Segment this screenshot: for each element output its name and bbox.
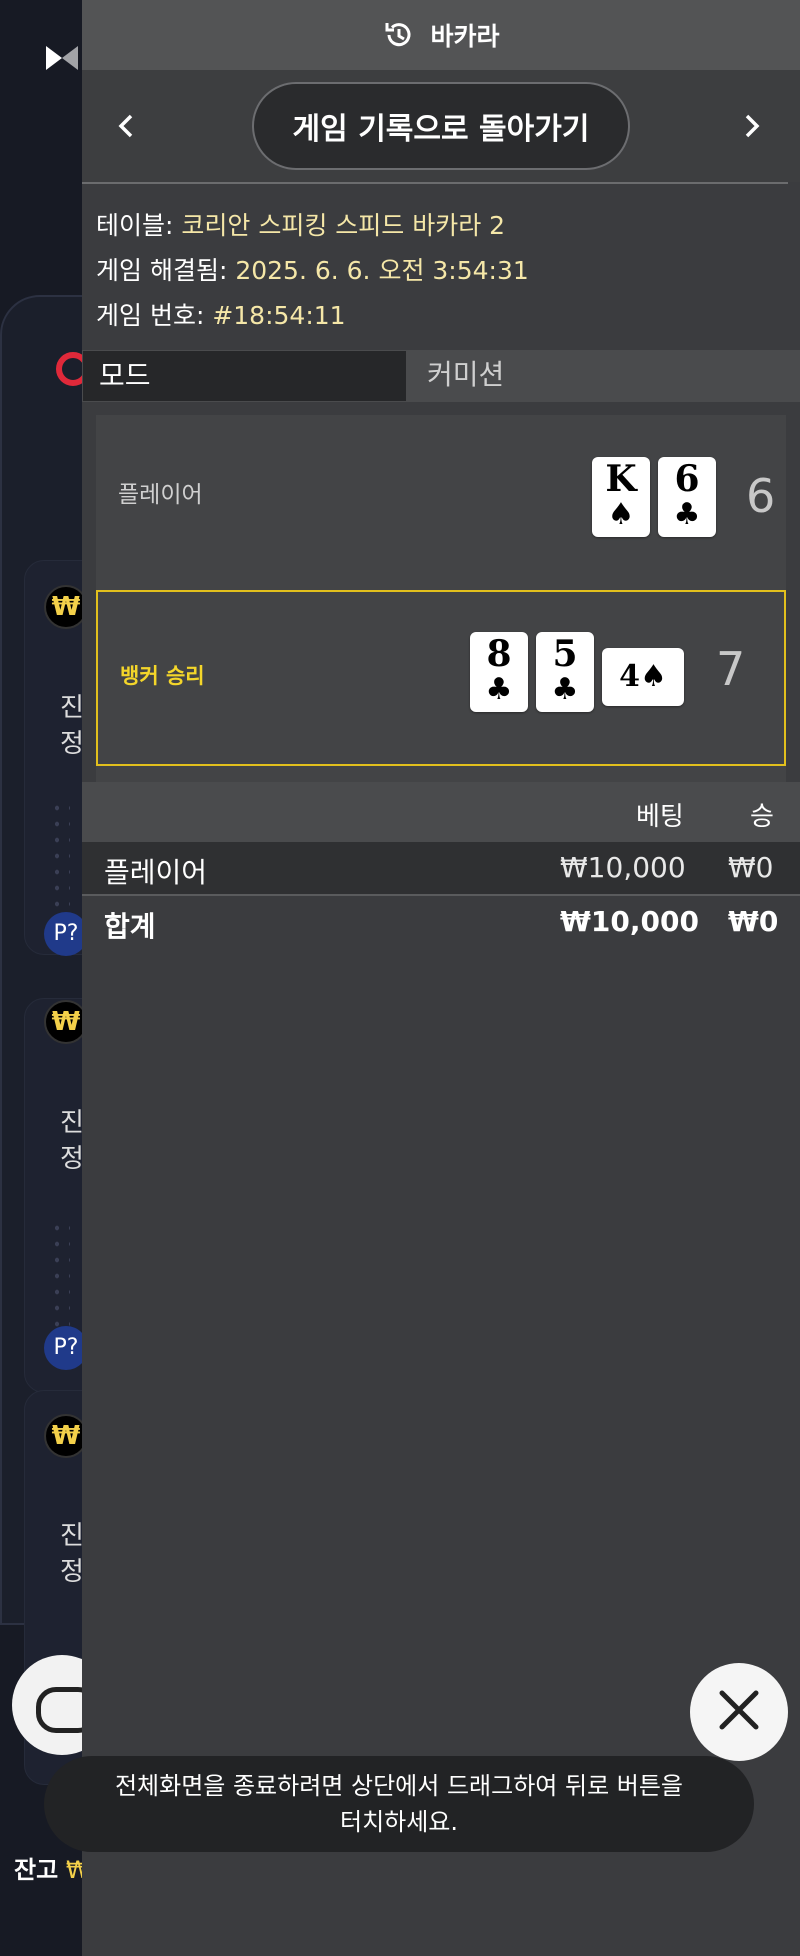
tab-bar: 모드 커미션 bbox=[82, 350, 800, 402]
card: K ♠ bbox=[592, 457, 650, 537]
game-history-overlay: 바카라 게임 기록으로 돌아가기 테이블: 코리안 스피킹 스피드 바카라 2 … bbox=[82, 0, 800, 1956]
bet-name: 플레이어 bbox=[104, 856, 208, 889]
player-label: 플레이어 bbox=[118, 482, 203, 508]
brand-logo-icon bbox=[42, 38, 82, 78]
card: 8 ♣ bbox=[470, 632, 528, 712]
banker-hand: 뱅커 승리 8 ♣ 5 ♣ 4♠ 7 bbox=[96, 590, 786, 766]
tab-mode[interactable]: 모드 bbox=[82, 350, 407, 402]
total-bet: ₩10,000 bbox=[560, 905, 699, 938]
bet-amount: ₩10,000 bbox=[560, 851, 686, 884]
table-info: 테이블: 코리안 스피킹 스피드 바카라 2 bbox=[96, 211, 506, 240]
round-result: 플레이어 K ♠ 6 ♣ 6 뱅커 승리 8 ♣ 5 ♣ 4♠ 7 bbox=[96, 415, 786, 782]
bg-dots bbox=[50, 800, 70, 920]
bg-dots bbox=[50, 1220, 70, 1340]
win-amount: ₩0 bbox=[728, 851, 774, 884]
player-score: 6 bbox=[746, 469, 776, 523]
bg-card-text: 진정 bbox=[60, 1108, 84, 1174]
banker-score: 7 bbox=[716, 642, 746, 696]
fullscreen-toast: 전체화면을 종료하려면 상단에서 드래그하여 뒤로 버튼을 터치하세요. bbox=[44, 1756, 754, 1852]
close-button[interactable] bbox=[690, 1663, 788, 1761]
chevron-left-icon[interactable] bbox=[106, 106, 146, 146]
bg-card-text: 진정 bbox=[60, 693, 84, 759]
divider bbox=[82, 182, 788, 184]
card: 6 ♣ bbox=[658, 457, 716, 537]
total-row: 합계 ₩10,000 ₩0 bbox=[82, 896, 800, 950]
card: 5 ♣ bbox=[536, 632, 594, 712]
history-icon bbox=[382, 18, 416, 52]
banker-win-label: 뱅커 승리 bbox=[120, 664, 205, 688]
chevron-right-icon[interactable] bbox=[732, 106, 772, 146]
total-label: 합계 bbox=[104, 910, 156, 943]
total-win: ₩0 bbox=[728, 905, 779, 938]
tab-commission[interactable]: 커미션 bbox=[407, 350, 800, 402]
bets-table: 베팅 승 플레이어 ₩10,000 ₩0 합계 ₩10,000 ₩0 bbox=[82, 782, 800, 950]
bet-column-header: 베팅 bbox=[636, 802, 684, 832]
bg-card-text: 진정 bbox=[60, 1521, 84, 1587]
page-title: 바카라 bbox=[430, 22, 500, 51]
back-to-history-button[interactable]: 게임 기록으로 돌아가기 bbox=[252, 82, 630, 170]
overlay-header: 바카라 bbox=[82, 0, 800, 70]
game-number-info: 게임 번호: #18:54:11 bbox=[96, 301, 346, 330]
player-hand: 플레이어 K ♠ 6 ♣ 6 bbox=[96, 415, 786, 590]
bets-header: 베팅 승 bbox=[82, 782, 800, 842]
resolved-info: 게임 해결됨: 2025. 6. 6. 오전 3:54:31 bbox=[96, 256, 529, 285]
close-icon bbox=[716, 1687, 762, 1737]
history-nav: 게임 기록으로 돌아가기 bbox=[82, 70, 800, 182]
win-column-header: 승 bbox=[750, 802, 774, 832]
third-card: 4♠ bbox=[602, 648, 684, 706]
table-row: 플레이어 ₩10,000 ₩0 bbox=[82, 842, 800, 896]
